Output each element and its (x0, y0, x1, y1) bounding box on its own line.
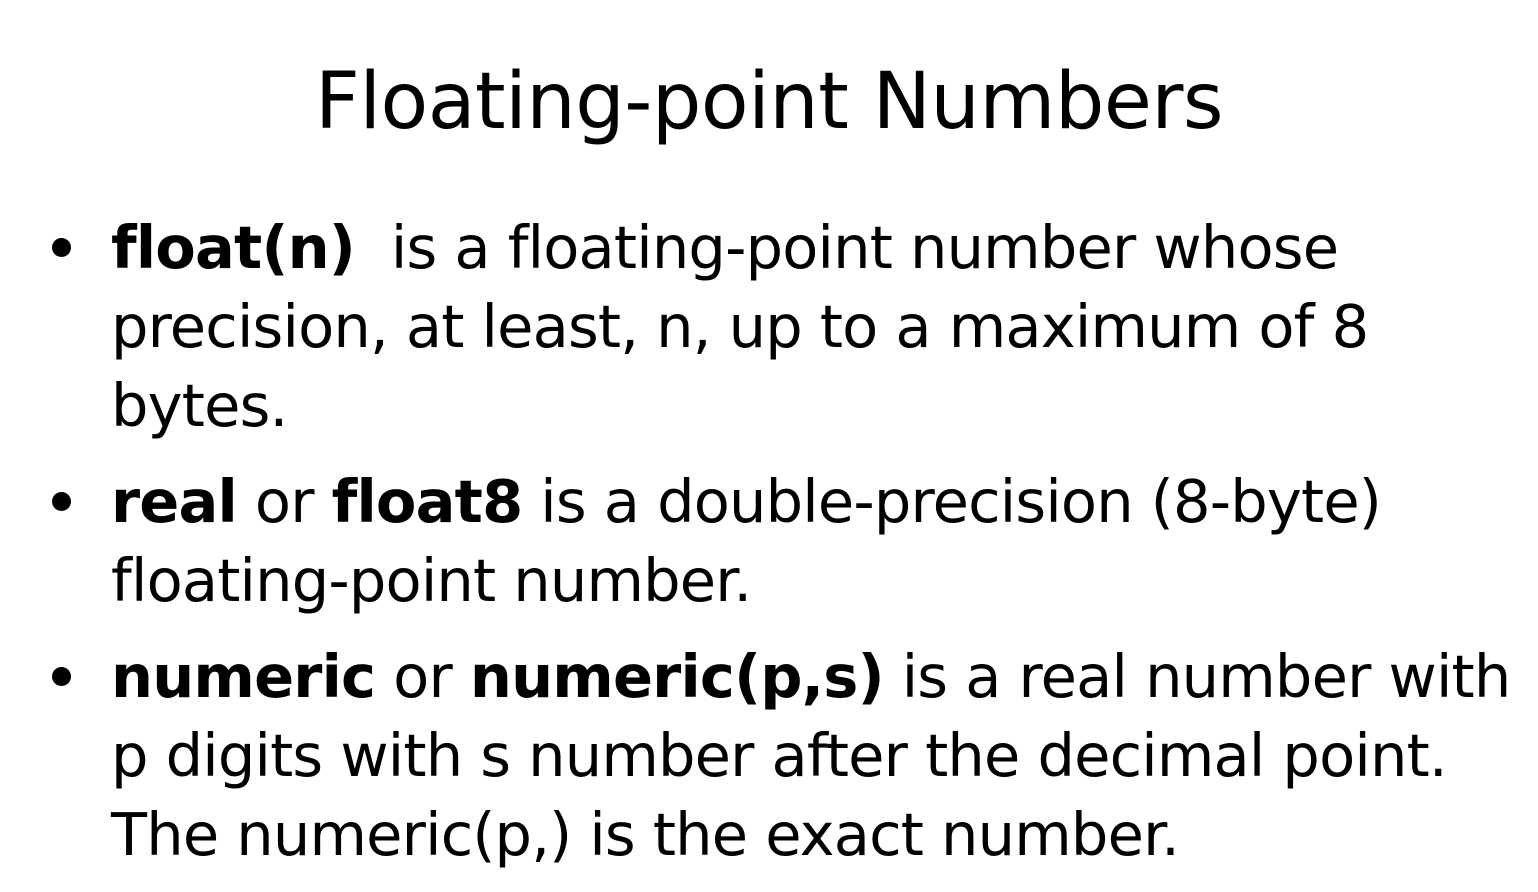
bullet-text: or (375, 642, 470, 711)
keyword-float8: float8 (331, 467, 524, 536)
bullet-real-float8: real or float8 is a double-precision (8-… (0, 462, 1471, 620)
slide-title: Floating-point Numbers (314, 57, 1224, 147)
keyword-real: real (111, 467, 238, 536)
bullet-list: float(n) is a floating-point number whos… (0, 208, 1538, 891)
slide: Floating-point Numbers float(n) is a flo… (0, 0, 1538, 892)
keyword-numeric: numeric (111, 642, 376, 711)
bullet-float-n: float(n) is a floating-point number whos… (0, 208, 1441, 445)
keyword-numeric-p-s: numeric(p,s) (469, 642, 885, 711)
keyword-float-n: float(n) (111, 213, 356, 282)
bullet-text: or (236, 467, 332, 536)
bullet-numeric: numeric or numeric(p,s) is a real number… (0, 637, 1538, 874)
